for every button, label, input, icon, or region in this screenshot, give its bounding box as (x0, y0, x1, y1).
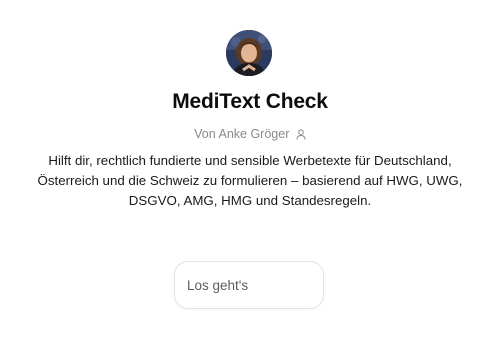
gpt-description: Hilft dir, rechtlich fundierte und sensi… (37, 153, 463, 208)
gpt-title: MediText Check (172, 90, 328, 113)
author-line: Von Anke Gröger (0, 127, 500, 143)
conversation-starter-button[interactable]: Los geht's (174, 261, 324, 309)
author-name: Von Anke Gröger (194, 127, 290, 141)
gpt-intro-page: MediText Check Von Anke Gröger Hilft dir… (0, 0, 500, 345)
person-icon (296, 129, 306, 143)
gpt-avatar (226, 30, 272, 76)
author-photo-icon (226, 30, 272, 76)
conversation-starter-label: Los geht's (187, 278, 249, 293)
